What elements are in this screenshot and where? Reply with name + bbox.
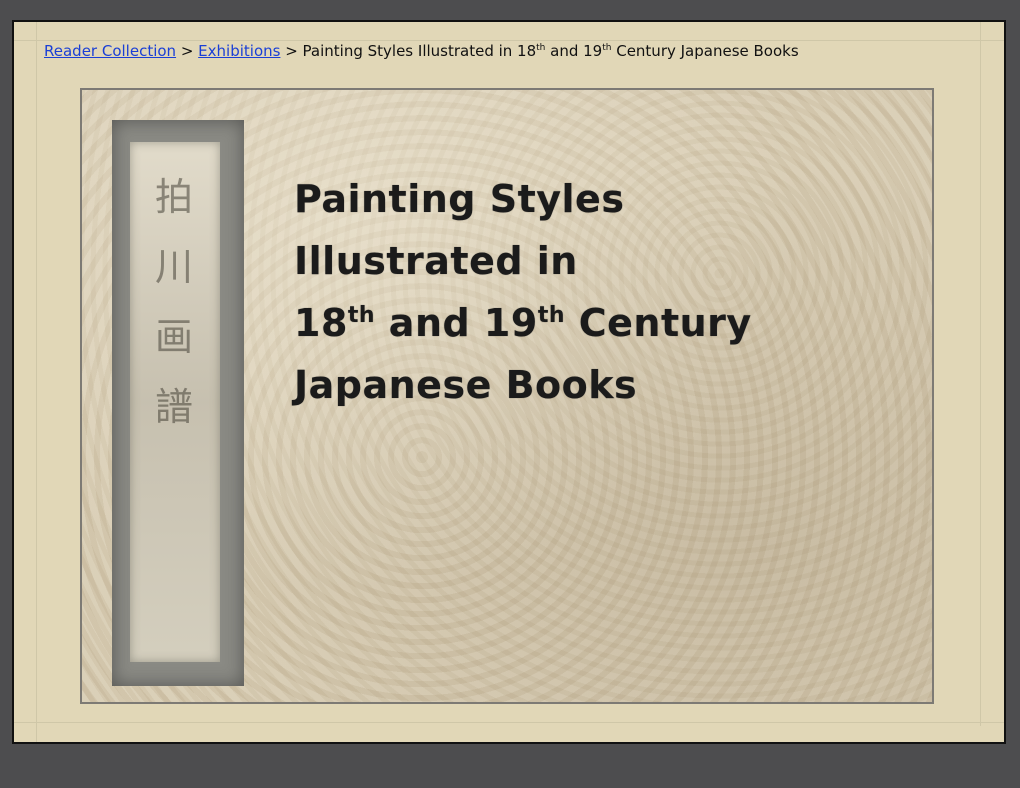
- breadcrumb-current-part: Painting Styles Illustrated in 18: [302, 42, 537, 60]
- page-guide-right: [980, 22, 981, 726]
- title-slip-paper: 拍 川 画 譜: [130, 142, 220, 662]
- cover-title-line1: Painting Styles: [294, 177, 625, 221]
- breadcrumb-separator: >: [176, 42, 199, 60]
- breadcrumb-current-part: Century Japanese Books: [611, 42, 799, 60]
- book-title-slip: 拍 川 画 譜: [112, 120, 244, 686]
- breadcrumb-separator: >: [280, 42, 303, 60]
- document-page: Reader Collection > Exhibitions > Painti…: [12, 20, 1006, 744]
- cover-title: Painting Styles Illustrated in 18th and …: [294, 168, 752, 416]
- breadcrumb-link-exhibitions[interactable]: Exhibitions: [198, 42, 280, 60]
- cover-title-line2: Illustrated in: [294, 239, 578, 283]
- breadcrumb: Reader Collection > Exhibitions > Painti…: [44, 42, 799, 60]
- cover-title-part: 18: [294, 301, 348, 345]
- exhibition-cover-image: 拍 川 画 譜 Painting Styles Illustrated in 1…: [80, 88, 934, 704]
- page-guide-bottom: [14, 722, 1004, 723]
- breadcrumb-link-reader-collection[interactable]: Reader Collection: [44, 42, 176, 60]
- cover-title-superscript: th: [347, 303, 376, 328]
- cover-title-line3: 18th and 19th Century: [294, 292, 752, 354]
- breadcrumb-current: Painting Styles Illustrated in 18th and …: [303, 42, 799, 60]
- breadcrumb-current-part: and 19: [545, 42, 603, 60]
- cover-title-part: and 19: [375, 301, 538, 345]
- breadcrumb-superscript: th: [536, 43, 546, 53]
- page-guide-top: [14, 40, 1004, 41]
- cover-title-part: Century: [565, 301, 752, 345]
- cover-title-superscript: th: [537, 303, 566, 328]
- cover-title-line4: Japanese Books: [294, 363, 638, 407]
- title-slip-calligraphy: 拍 川 画 譜: [154, 175, 193, 429]
- page-guide-left: [36, 22, 37, 742]
